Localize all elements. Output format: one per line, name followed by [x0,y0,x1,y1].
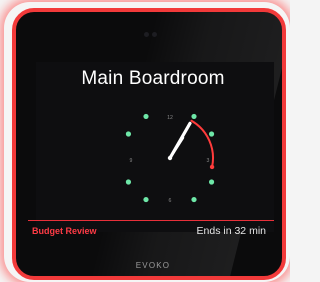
mark-12: 12 [167,115,173,121]
hour-dot [143,113,149,120]
clock-center [167,155,173,161]
hour-dot [143,196,149,203]
mark-6: 6 [169,198,172,204]
hour-dot [208,179,215,185]
room-name: Main Boardroom [81,68,225,89]
mark-3: 3 [207,158,210,164]
camera-icon [144,32,149,37]
hour-hand [168,136,185,160]
hour-dot [208,131,215,137]
hour-dot [191,196,197,203]
arc-end-dot [209,164,215,170]
room-display-stage: Main Boardroom 12 3 9 6 Budget Review En… [0,0,290,282]
meeting-title: Budget Review [32,226,97,236]
meeting-remaining-time: Ends in 32 min [196,225,266,237]
sensor-icon [152,32,157,37]
hour-dot [191,113,197,120]
hour-dot [125,131,132,137]
booked-time-arc [190,119,214,168]
hour-dot [125,179,132,185]
mark-9: 9 [130,158,133,164]
status-divider [28,220,274,221]
front-sensors [144,32,158,37]
analog-clock: 12 3 9 6 [125,113,215,204]
room-booking-device: Main Boardroom 12 3 9 6 Budget Review En… [12,8,286,280]
brand-logo: EVOKO [135,261,171,270]
